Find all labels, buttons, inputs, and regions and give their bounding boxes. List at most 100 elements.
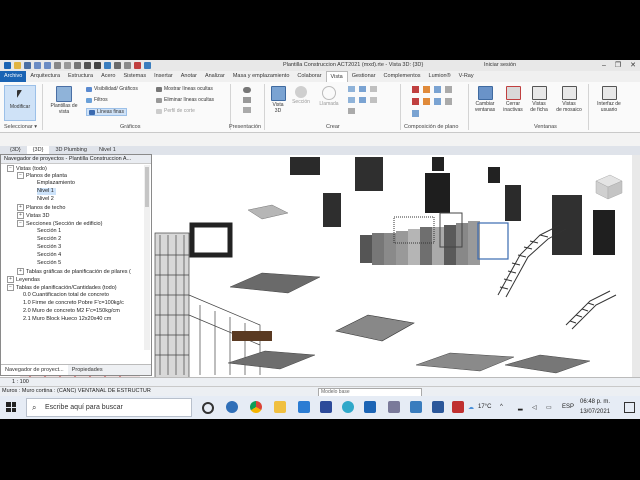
tab-gestionar[interactable]: Gestionar (348, 71, 380, 82)
switch-windows-button[interactable]: Cambiar ventanas (472, 86, 498, 113)
schedule-icon[interactable] (359, 97, 366, 103)
tree-row-planos-techo[interactable]: + Planos de techo (17, 204, 65, 212)
tree-row-secciones[interactable]: − Secciones (Sección de edificio) (17, 220, 102, 228)
guide-grid-icon[interactable] (423, 98, 430, 105)
expand-icon[interactable]: + (17, 204, 24, 211)
gallery-icon[interactable] (243, 107, 251, 113)
tab-lumion[interactable]: Lumion® (425, 71, 455, 82)
tree-row-seccion-1[interactable]: Sección 1 (37, 228, 61, 235)
maximize-button[interactable]: ❐ (615, 60, 621, 71)
task-view-icon[interactable] (202, 402, 214, 414)
close-button[interactable]: ✕ (630, 60, 636, 71)
tab-colaborar[interactable]: Colaborar (293, 71, 325, 82)
photos-icon[interactable] (410, 401, 422, 413)
tab-project-browser[interactable]: Navegador de proyect... (1, 365, 68, 375)
collapse-icon[interactable]: − (17, 220, 24, 227)
tab-vista[interactable]: Vista (325, 70, 348, 83)
notifications-icon[interactable] (624, 402, 635, 413)
cut-profile-button[interactable]: Perfil de corte (156, 108, 195, 114)
save-icon[interactable] (24, 62, 31, 69)
tree-row-tablas-pilares[interactable]: + Tablas gráficas de planificación de pil… (17, 268, 131, 276)
windows-start-icon[interactable] (6, 402, 16, 412)
view-cube[interactable] (595, 174, 623, 200)
clock-time[interactable]: 06:48 p. m. (580, 399, 610, 405)
view-templates-button[interactable]: Plantillas de vista (46, 86, 82, 115)
viewports-icon[interactable] (445, 98, 452, 105)
open-icon[interactable] (14, 62, 21, 69)
mail-icon[interactable] (298, 401, 310, 413)
taskbar-search-box[interactable]: ⌕ Escribe aquí para buscar (26, 398, 192, 417)
language-indicator[interactable]: ESP (562, 404, 574, 410)
tile-views-button[interactable]: Vistas de mosaico (554, 86, 584, 113)
tree-row-tablas-cantidades[interactable]: − Tablas de planificación/Cantidades (tod… (7, 284, 117, 292)
scope-box-icon[interactable] (370, 97, 377, 103)
tree-row-schedule-3[interactable]: 2.1 Muro Block Hueco 12x20x40 cm (23, 316, 111, 323)
render-icon[interactable] (243, 87, 251, 93)
user-interface-button[interactable]: Interfaz de usuario (592, 86, 626, 113)
sheet-list-icon[interactable] (412, 110, 419, 117)
battery-icon[interactable]: ▭ (546, 404, 552, 411)
tab-estructura[interactable]: Estructura (64, 71, 97, 82)
tree-row-schedule-0[interactable]: 0.0 Cuantificacion total de concreto (23, 292, 109, 299)
close-inactive-button[interactable]: Cerrar inactivas (500, 86, 526, 113)
expand-icon[interactable]: + (17, 268, 24, 275)
view-scale[interactable]: 1 : 100 (12, 379, 29, 385)
network-icon[interactable]: ▂ (518, 404, 523, 411)
browser-scrollbar[interactable] (144, 165, 150, 350)
tray-chevron-icon[interactable]: ^ (500, 404, 503, 410)
thin-lines-button[interactable]: Líneas finas (86, 108, 127, 116)
volume-icon[interactable]: ◁ (532, 404, 537, 411)
expand-icon[interactable]: + (17, 212, 24, 219)
tree-row-nivel-2[interactable]: Nivel 2 (37, 196, 54, 203)
filters-button[interactable]: Filtros (86, 97, 108, 103)
clock-date[interactable]: 13/07/2021 (580, 409, 610, 415)
tag-icon[interactable] (84, 62, 91, 69)
print-icon[interactable] (54, 62, 61, 69)
3d-view-button[interactable]: Vista 3D (268, 86, 288, 114)
undo-icon[interactable] (34, 62, 41, 69)
title-block-icon[interactable] (423, 86, 430, 93)
collapse-icon[interactable]: − (7, 284, 14, 291)
3d-view-icon[interactable] (104, 62, 111, 69)
file-explorer-icon[interactable] (274, 401, 286, 413)
tab-masa[interactable]: Masa y emplazamiento (229, 71, 294, 82)
app-icon[interactable] (452, 401, 464, 413)
tree-row-emplazamiento[interactable]: Emplazamiento (37, 180, 75, 187)
chrome-icon[interactable] (250, 401, 262, 413)
tree-row-schedule-1[interactable]: 1.0 Firme de concreto Pobre F'c=100kg/c (23, 300, 124, 307)
legend-icon[interactable] (348, 97, 355, 103)
weather-temp[interactable]: 17°C (478, 404, 491, 410)
tab-acero[interactable]: Acero (97, 71, 119, 82)
drafting-view-icon[interactable] (370, 86, 377, 92)
matchline-icon[interactable] (434, 86, 441, 93)
word-icon[interactable] (432, 401, 444, 413)
collapse-icon[interactable]: − (7, 165, 14, 172)
section-icon[interactable] (114, 62, 121, 69)
elevation-icon[interactable] (359, 86, 366, 92)
render-cloud-icon[interactable] (243, 97, 251, 103)
text-icon[interactable] (94, 62, 101, 69)
tab-vray[interactable]: V-Ray (455, 71, 478, 82)
tree-row-planos-planta[interactable]: − Planos de planta (17, 172, 67, 180)
tree-row-seccion-4[interactable]: Sección 4 (37, 252, 61, 259)
tree-row-schedule-2[interactable]: 2.0 Muro de concreto M2 F'c=150kg/cm (23, 308, 120, 315)
weather-icon[interactable]: ☁ (468, 404, 474, 411)
tab-views-button[interactable]: Vistas de ficha (528, 86, 550, 113)
show-hidden-lines-button[interactable]: Mostrar líneas ocultas (156, 86, 213, 92)
tab-arquitectura[interactable]: Arquitectura (26, 71, 64, 82)
movies-icon[interactable] (320, 401, 332, 413)
dimension-icon[interactable] (74, 62, 81, 69)
tab-archivo[interactable]: Archivo (0, 71, 27, 82)
tree-row-nivel-1[interactable]: Nivel 1 (37, 188, 56, 195)
tree-row-seccion-2[interactable]: Sección 2 (37, 236, 61, 243)
tab-properties[interactable]: Propiedades (68, 365, 107, 375)
section-button[interactable]: Sección (290, 86, 312, 105)
revit-logo-icon[interactable] (4, 62, 11, 69)
view-reference-icon[interactable] (434, 98, 441, 105)
redo-icon[interactable] (44, 62, 51, 69)
snip-icon[interactable] (388, 401, 400, 413)
plan-view-icon[interactable] (348, 86, 355, 92)
revisions-icon[interactable] (445, 86, 452, 93)
select-group-label[interactable]: Seleccionar ▾ (4, 124, 37, 130)
revit-taskbar-icon[interactable] (364, 401, 376, 413)
